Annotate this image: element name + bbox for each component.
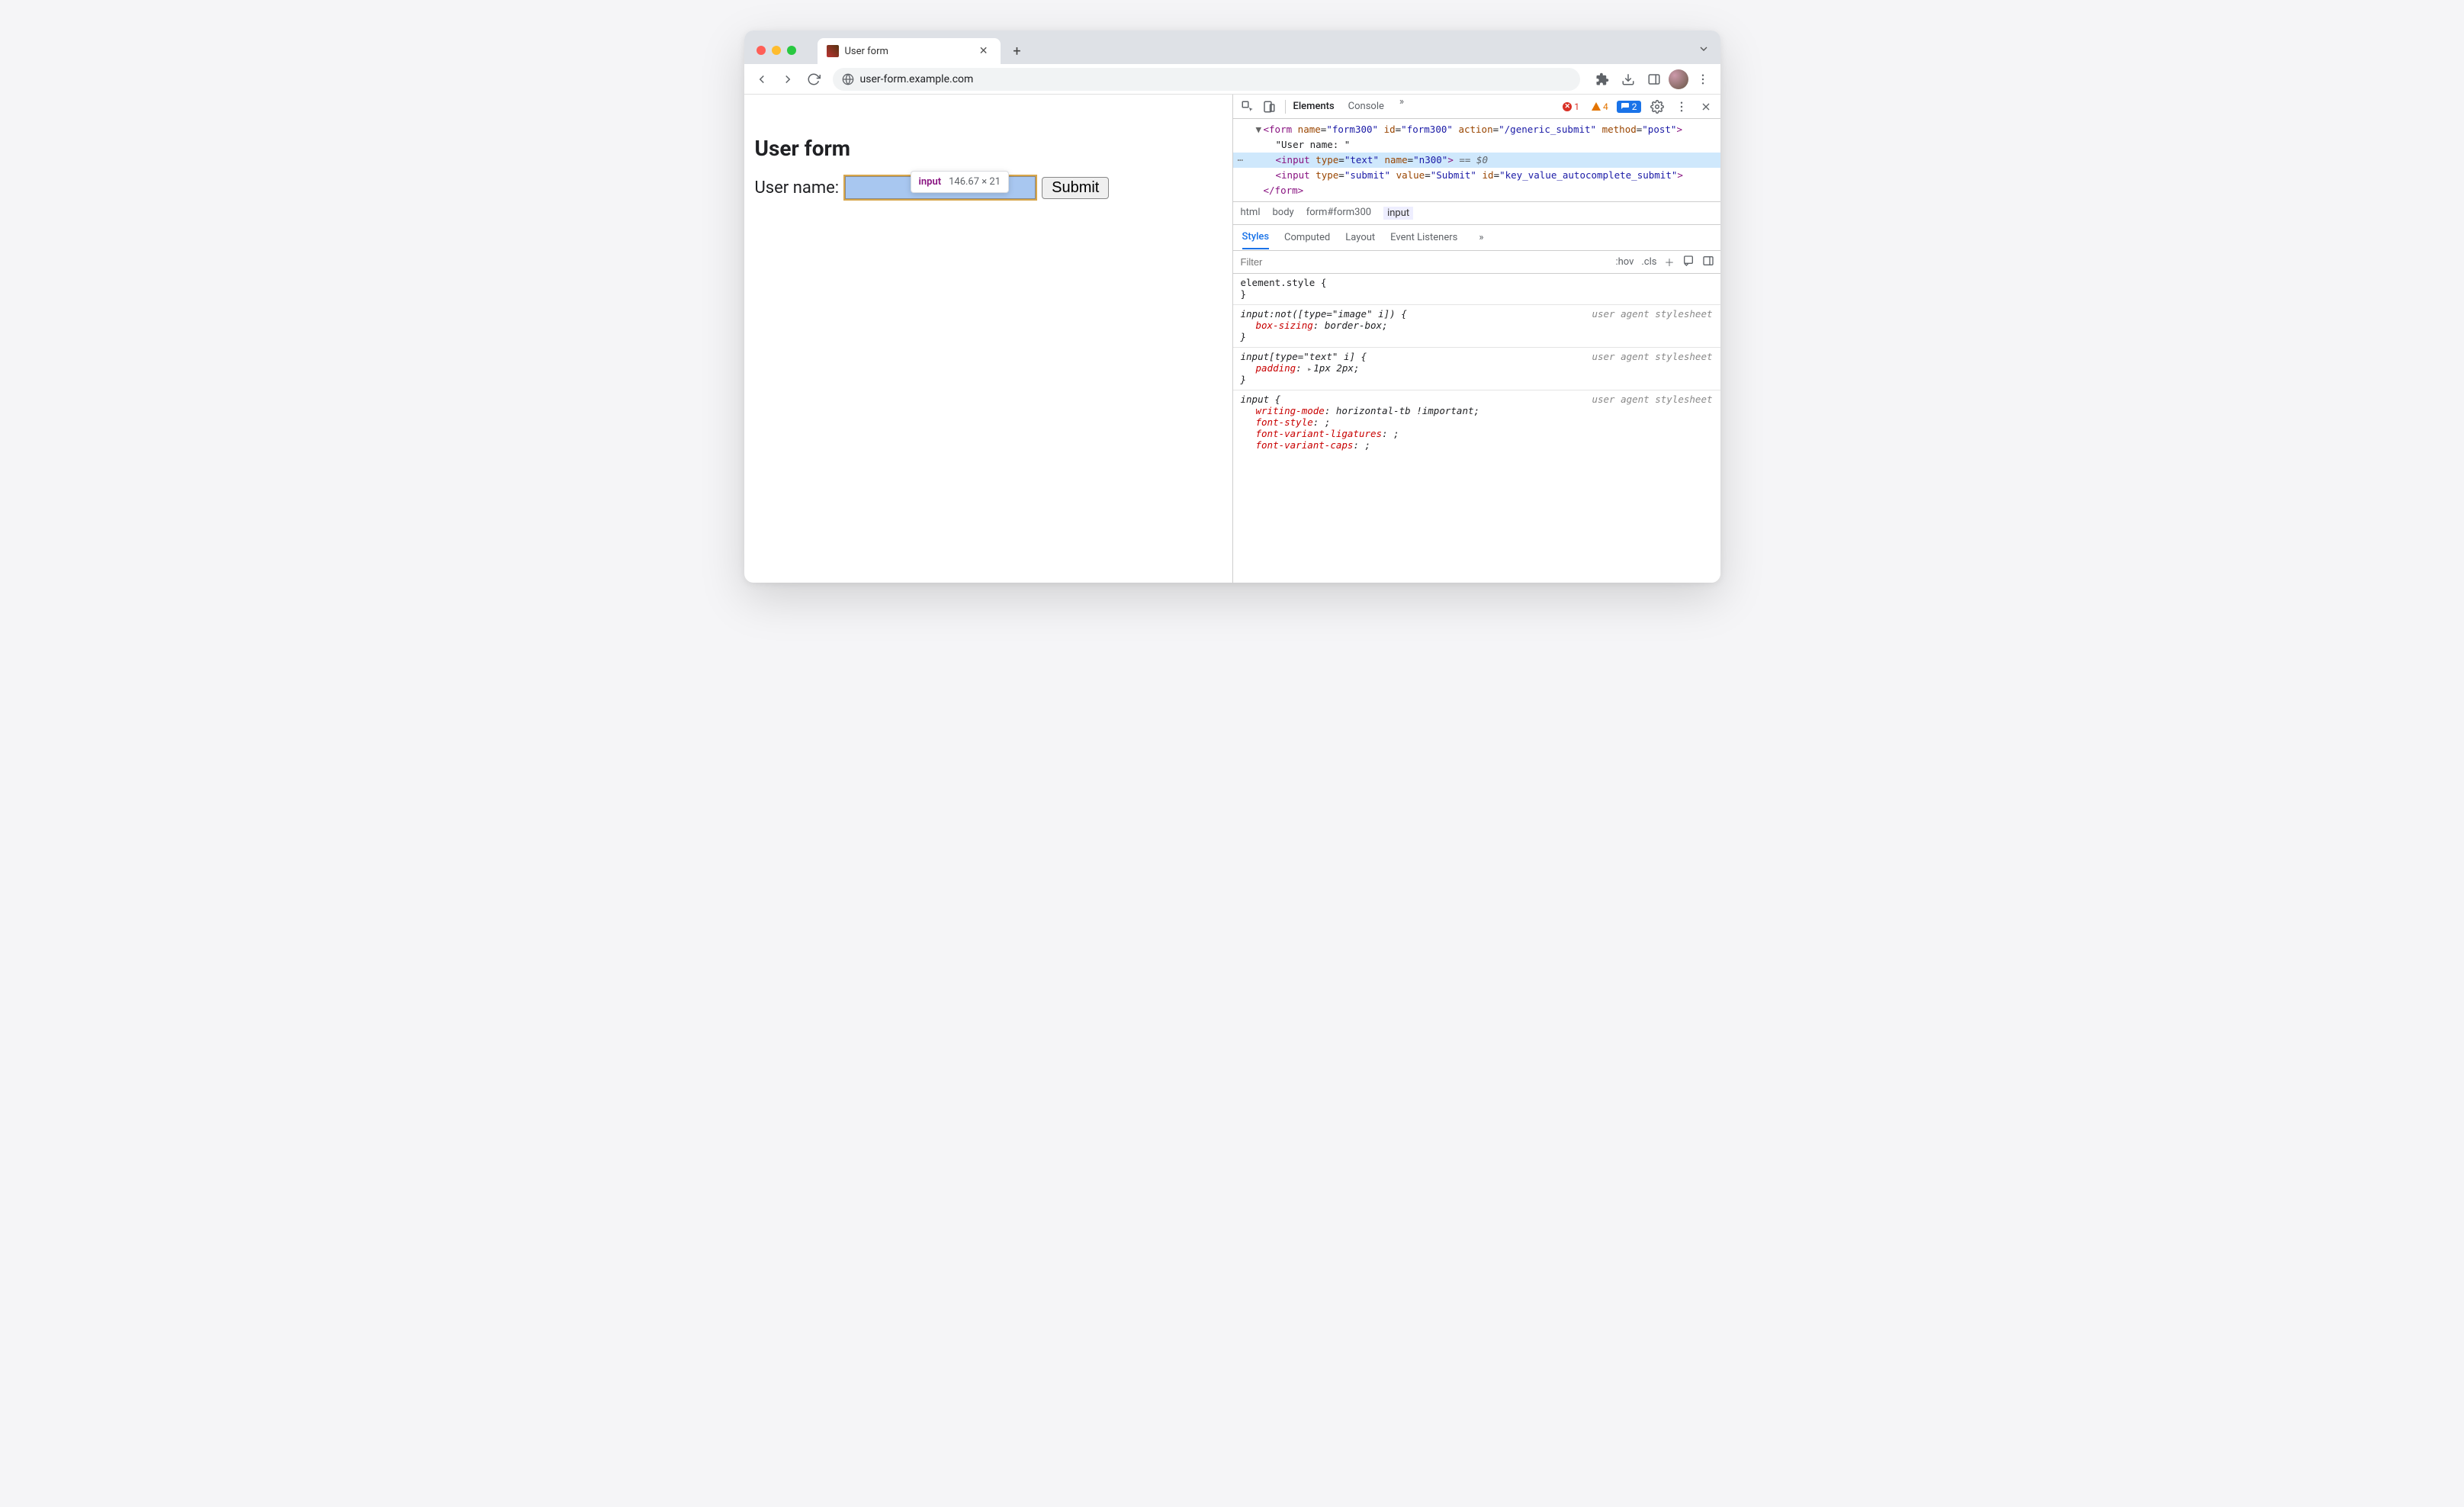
styles-filter-bar: :hov .cls ＋ [1233,251,1720,274]
profile-avatar[interactable] [1669,69,1688,89]
forward-button[interactable] [776,68,799,91]
rule-origin: user agent stylesheet [1592,308,1712,320]
errors-badge[interactable]: ✕ 1 [1559,101,1583,113]
dom-tree[interactable]: ▼<form name="form300" id="form300" actio… [1233,119,1720,202]
close-devtools-button[interactable] [1696,97,1716,117]
crumb-form[interactable]: form#form300 [1306,207,1371,220]
tab-elements[interactable]: Elements [1292,96,1336,117]
style-rule[interactable]: element.style { } [1233,274,1720,305]
downloads-button[interactable] [1617,68,1640,91]
style-rule[interactable]: user agent stylesheet input[type="text" … [1233,348,1720,390]
address-bar[interactable]: user-form.example.com [833,68,1580,91]
message-icon [1621,102,1630,111]
style-rules: element.style { } user agent stylesheet … [1233,274,1720,583]
dom-line-selected[interactable]: <input type="text" name="n300"> == $0 [1233,153,1720,168]
toolbar-right [1591,68,1714,91]
globe-icon [842,73,854,85]
rule-selector: element.style { [1241,277,1713,288]
tab-strip: User form ✕ + [744,31,1720,64]
close-tab-button[interactable]: ✕ [976,44,991,58]
breadcrumb: html body form#form300 input [1233,202,1720,225]
dom-line[interactable]: </form> [1256,183,1720,198]
styles-filter-input[interactable] [1233,256,1616,268]
warnings-badge[interactable]: 4 [1588,101,1612,113]
dom-line[interactable]: "User name: " [1256,137,1720,153]
warning-icon [1592,102,1601,111]
devtools-panel: Elements Console » ✕ 1 4 2 [1232,95,1720,583]
cls-toggle[interactable]: .cls [1641,256,1656,268]
reload-button[interactable] [802,68,825,91]
device-toolbar-button[interactable] [1259,97,1279,117]
error-icon: ✕ [1563,102,1572,111]
side-panel-button[interactable] [1643,68,1666,91]
favicon-icon [827,45,839,57]
maximize-window-button[interactable] [787,46,796,55]
submit-button[interactable]: Submit [1042,177,1109,199]
tooltip-dimensions: 146.67 × 21 [949,176,1001,188]
rule-origin: user agent stylesheet [1592,351,1712,362]
devtools-tabs: Elements Console » [1292,96,1408,117]
toolbar: user-form.example.com [744,64,1720,95]
error-count: 1 [1574,101,1579,112]
tab-computed[interactable]: Computed [1284,227,1330,249]
settings-button[interactable] [1647,97,1667,117]
new-tab-button[interactable]: + [1007,40,1028,62]
crumb-input[interactable]: input [1383,207,1413,220]
new-style-rule-button[interactable]: ＋ [1664,255,1674,269]
tabs-overflow-button[interactable]: » [1396,96,1407,117]
browser-window: User form ✕ + user-form.example.com [744,31,1720,583]
tab-styles[interactable]: Styles [1242,226,1270,249]
styles-tabs-overflow[interactable]: » [1476,232,1486,243]
rendered-page: User form input 146.67 × 21 User name: S… [744,95,1232,583]
warning-count: 4 [1603,101,1608,112]
tab-event-listeners[interactable]: Event Listeners [1390,227,1457,249]
crumb-html[interactable]: html [1241,207,1261,220]
tab-overflow-button[interactable] [1698,43,1710,58]
inspect-tooltip: input 146.67 × 21 [911,171,1010,193]
rule-origin: user agent stylesheet [1592,394,1712,405]
close-window-button[interactable] [757,46,766,55]
style-rule[interactable]: user agent stylesheet input { writing-mo… [1233,390,1720,455]
hov-toggle[interactable]: :hov [1615,256,1634,268]
dom-line[interactable]: <input type="submit" value="Submit" id="… [1256,168,1720,183]
page-heading: User form [755,136,1222,161]
extensions-button[interactable] [1591,68,1614,91]
crumb-body[interactable]: body [1272,207,1293,220]
devtools-menu-button[interactable] [1672,97,1691,117]
tooltip-element-tag: input [919,176,942,188]
browser-tab[interactable]: User form ✕ [818,38,1001,64]
content-area: User form input 146.67 × 21 User name: S… [744,95,1720,583]
menu-button[interactable] [1691,68,1714,91]
inspect-element-button[interactable] [1238,97,1258,117]
messages-badge[interactable]: 2 [1617,101,1641,113]
url-text: user-form.example.com [860,73,974,85]
username-label: User name: [755,178,840,198]
toggle-sidebar-button[interactable] [1702,255,1714,270]
message-count: 2 [1632,101,1637,112]
rule-close: } [1241,288,1713,300]
devtools-toolbar: Elements Console » ✕ 1 4 2 [1233,95,1720,119]
style-rule[interactable]: user agent stylesheet input:not([type="i… [1233,305,1720,348]
dom-line[interactable]: ▼<form name="form300" id="form300" actio… [1256,122,1720,137]
minimize-window-button[interactable] [772,46,781,55]
styles-pane-tabs: Styles Computed Layout Event Listeners » [1233,225,1720,251]
window-controls [750,46,802,64]
tab-layout[interactable]: Layout [1345,227,1375,249]
tab-console[interactable]: Console [1347,96,1386,117]
color-format-button[interactable] [1682,255,1695,270]
back-button[interactable] [750,68,773,91]
tab-title: User form [845,46,970,57]
